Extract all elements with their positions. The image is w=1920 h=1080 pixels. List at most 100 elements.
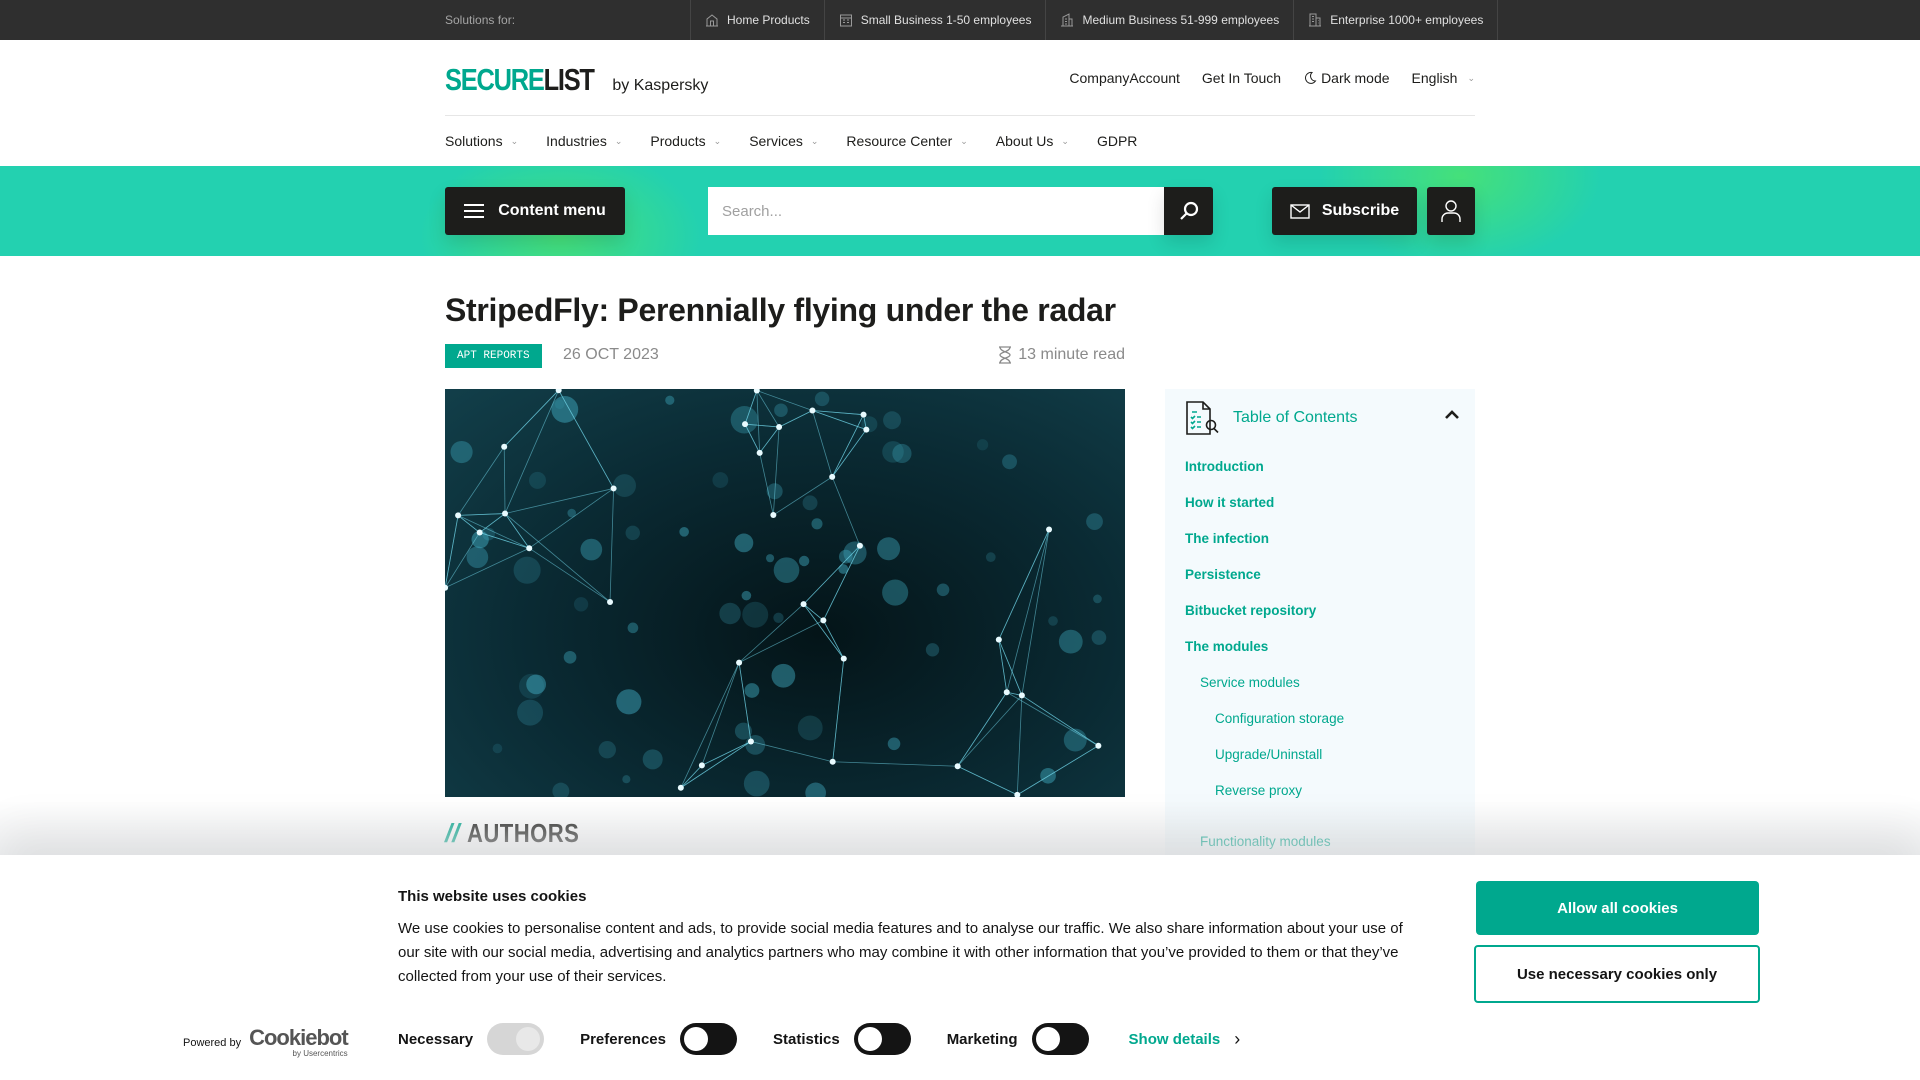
subscribe-button[interactable]: Subscribe <box>1272 187 1417 235</box>
network-node <box>476 529 483 536</box>
cookie-title: This website uses cookies <box>398 888 587 905</box>
network-node <box>800 601 807 608</box>
bokeh-dot <box>985 552 996 562</box>
network-node <box>445 584 449 591</box>
network-node <box>1046 526 1053 533</box>
nav-item-services[interactable]: Services ⌄ <box>749 133 818 149</box>
bokeh-dot <box>1002 454 1017 470</box>
network-node <box>1095 742 1102 749</box>
bokeh-dot <box>513 556 541 584</box>
language-select[interactable]: English ⌄ <box>1412 70 1475 86</box>
toc-item-the-infection[interactable]: The infection <box>1185 521 1344 557</box>
category-tag[interactable]: APT REPORTS <box>445 344 542 368</box>
search-button[interactable] <box>1164 187 1213 235</box>
toc-item-configuration-storage[interactable]: Configuration storage <box>1185 701 1344 737</box>
logo-list: LIST <box>543 62 595 97</box>
network-link <box>831 476 861 546</box>
search-input[interactable] <box>708 187 1164 235</box>
toc-list: Introduction How it started The infectio… <box>1185 449 1344 860</box>
segment-medium-business[interactable]: Medium Business 51-999 employees <box>1046 0 1295 40</box>
chevron-down-icon: ⌄ <box>713 135 722 146</box>
toc-item-introduction[interactable]: Introduction <box>1185 449 1344 485</box>
toc-item-service-modules[interactable]: Service modules <box>1185 665 1344 701</box>
nav-item-solutions[interactable]: Solutions ⌄ <box>445 133 518 149</box>
toc-item-reverse-proxy[interactable]: Reverse proxy <box>1185 773 1344 809</box>
network-node <box>954 763 961 770</box>
bokeh-dot <box>492 743 503 754</box>
nav-item-about-us[interactable]: About Us ⌄ <box>996 133 1069 149</box>
logo-by-kaspersky: by Kaspersky <box>612 77 709 94</box>
network-link <box>812 410 833 477</box>
network-node <box>1003 689 1010 696</box>
nav-item-industries[interactable]: Industries ⌄ <box>546 133 622 149</box>
bokeh-dot <box>802 495 818 511</box>
network-link <box>503 446 506 514</box>
table-of-contents: Table of Contents Introduction How it st… <box>1165 389 1475 859</box>
bokeh-dot <box>877 537 901 561</box>
toc-header[interactable]: Table of Contents <box>1185 399 1460 437</box>
segment-home-products[interactable]: Home Products <box>691 0 825 40</box>
network-node <box>820 617 827 624</box>
nav-item-products[interactable]: Products ⌄ <box>650 133 721 149</box>
toggle-group-preferences: Preferences <box>580 1023 737 1055</box>
toc-item-bitbucket-repository[interactable]: Bitbucket repository <box>1185 593 1344 629</box>
account-button[interactable] <box>1427 187 1475 235</box>
network-link <box>504 488 614 514</box>
dark-mode-toggle[interactable]: Dark mode <box>1303 70 1390 86</box>
chevron-up-icon[interactable] <box>1444 409 1460 420</box>
bokeh-dot <box>712 472 729 488</box>
network-node <box>455 512 462 519</box>
allow-all-cookies-button[interactable]: Allow all cookies <box>1476 881 1759 935</box>
necessary-cookies-only-button[interactable]: Use necessary cookies only <box>1474 945 1760 1003</box>
small-building-icon <box>839 14 852 27</box>
logo-secure: SECURE <box>445 62 545 97</box>
network-node <box>501 443 508 450</box>
bokeh-dot <box>976 439 989 451</box>
nav-item-resource-center[interactable]: Resource Center ⌄ <box>846 133 967 149</box>
securelist-logo[interactable]: SECURELIST by Kaspersky <box>445 62 708 98</box>
bokeh-dot <box>563 650 577 664</box>
toc-item-how-it-started[interactable]: How it started <box>1185 485 1344 521</box>
network-link <box>680 765 703 789</box>
get-in-touch-link[interactable]: Get In Touch <box>1202 70 1281 86</box>
content-menu-button[interactable]: Content menu <box>445 187 625 235</box>
toc-item-persistence[interactable]: Persistence <box>1185 557 1344 593</box>
preferences-toggle[interactable] <box>679 1023 737 1055</box>
segment-small-business[interactable]: Small Business 1-50 employees <box>825 0 1047 40</box>
network-link <box>759 426 780 454</box>
moon-icon <box>1305 71 1317 84</box>
user-icon <box>1441 200 1461 222</box>
show-details-link[interactable]: Show details › <box>1129 1029 1241 1050</box>
statistics-toggle[interactable] <box>853 1023 911 1055</box>
network-node <box>698 762 705 769</box>
bokeh-dot <box>882 579 909 606</box>
bokeh-dot <box>1058 629 1083 654</box>
segment-enterprise[interactable]: Enterprise 1000+ employees <box>1294 0 1499 40</box>
bokeh-dot <box>936 583 950 597</box>
network-link <box>812 410 867 430</box>
toc-title: Table of Contents <box>1233 409 1358 426</box>
nav-item-gdpr[interactable]: GDPR <box>1097 133 1137 149</box>
bokeh-dot <box>622 775 631 784</box>
chevron-down-icon: ⌄ <box>1061 135 1069 146</box>
powered-by-cookiebot[interactable]: Powered by Cookiebot by Usercentrics <box>183 1027 349 1059</box>
toc-item-upgrade-uninstall[interactable]: Upgrade/Uninstall <box>1185 737 1344 773</box>
network-link <box>957 695 1023 767</box>
hourglass-icon <box>999 346 1012 364</box>
network-node <box>736 659 743 666</box>
toc-item-the-modules[interactable]: The modules <box>1185 629 1344 665</box>
bokeh-dot <box>797 715 823 741</box>
bokeh-dot <box>925 643 940 657</box>
network-node <box>863 426 870 433</box>
marketing-toggle[interactable] <box>1031 1023 1089 1055</box>
bokeh-dot <box>805 782 827 797</box>
bokeh-dot <box>679 527 689 537</box>
network-link <box>803 603 845 659</box>
network-node <box>860 411 867 418</box>
bokeh-dot <box>730 406 759 434</box>
network-link <box>831 414 864 478</box>
bokeh-dot <box>743 770 770 797</box>
company-account-link[interactable]: CompanyAccount <box>1069 70 1180 86</box>
network-link <box>558 390 614 489</box>
publish-date: 26 OCT 2023 <box>563 346 659 363</box>
